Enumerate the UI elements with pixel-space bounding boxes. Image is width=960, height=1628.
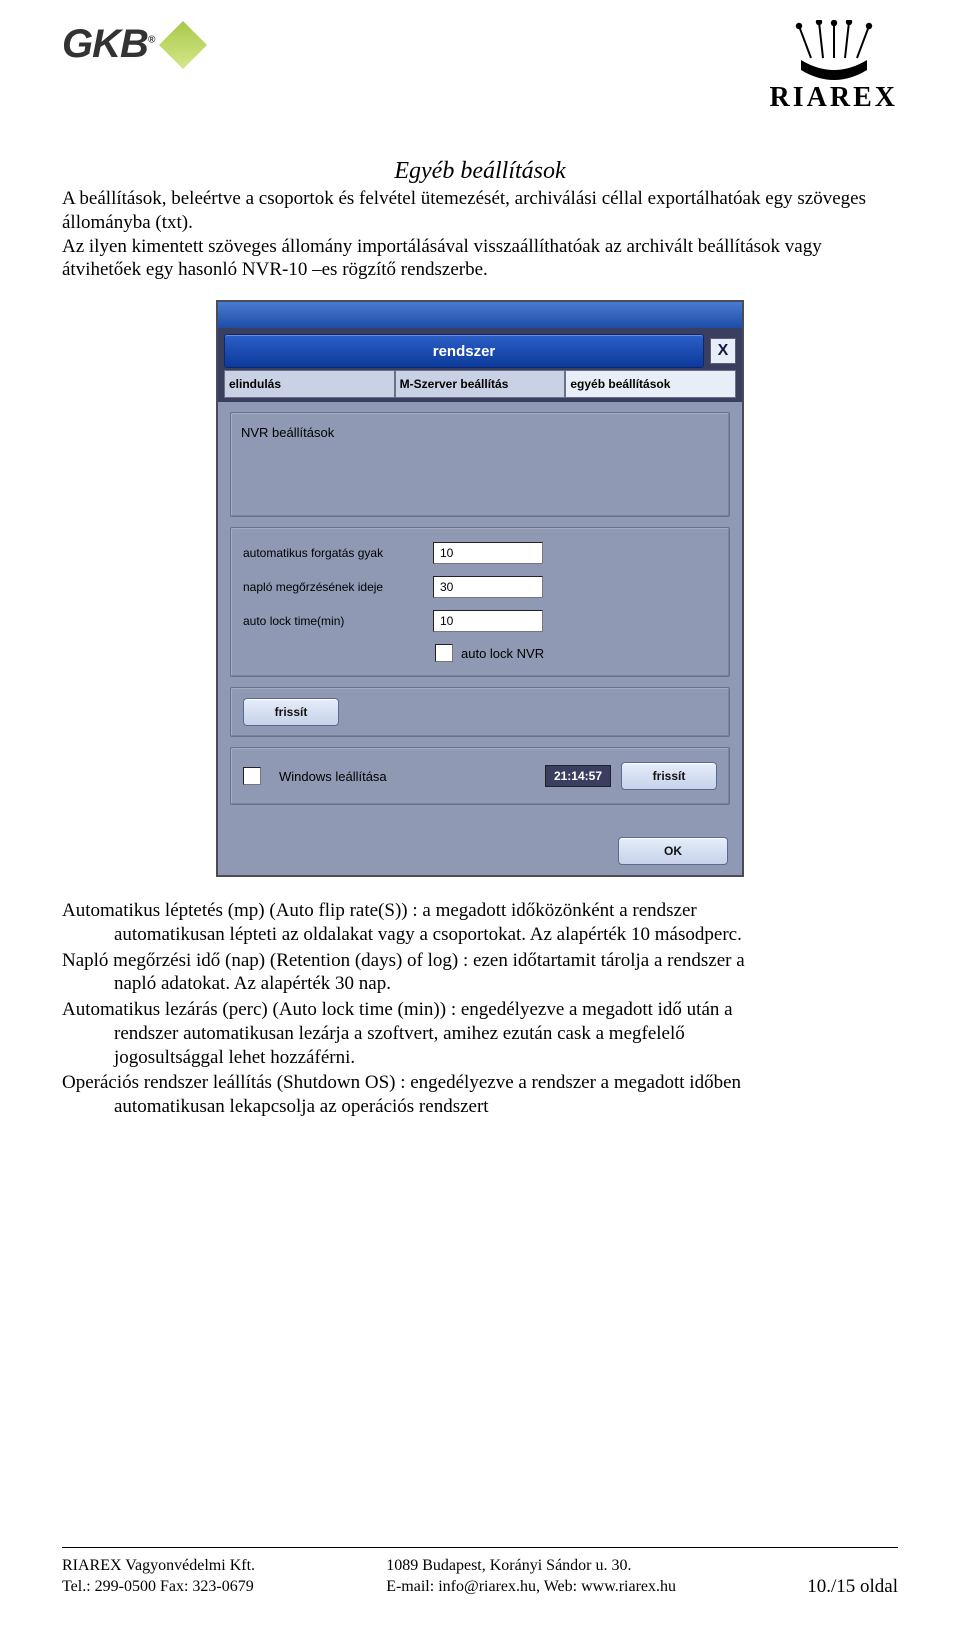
ok-button[interactable]: OK xyxy=(618,837,728,865)
intro-paragraph-2: Az ilyen kimentett szöveges állomány imp… xyxy=(62,235,898,283)
auto-lock-nvr-label: auto lock NVR xyxy=(461,646,544,661)
diamond-icon xyxy=(159,20,207,68)
auto-rotate-label: automatikus forgatás gyak xyxy=(243,546,433,560)
footer-phones: Tel.: 299-0500 Fax: 323-0679 xyxy=(62,1577,255,1598)
tab-mserver[interactable]: M-Szerver beállítás xyxy=(395,370,566,398)
shutdown-checkbox[interactable] xyxy=(243,767,261,785)
timing-section: automatikus forgatás gyak napló megőrzés… xyxy=(230,527,730,677)
close-button[interactable]: X xyxy=(710,338,736,364)
nvr-settings-section: NVR beállítások xyxy=(230,412,730,517)
dialog-footer: OK xyxy=(218,821,742,875)
log-retain-input[interactable] xyxy=(433,576,543,598)
auto-lock-label: auto lock time(min) xyxy=(243,614,433,628)
crown-icon xyxy=(770,20,898,80)
footer-mid: 1089 Budapest, Korányi Sándor u. 30. E-m… xyxy=(386,1556,676,1598)
footer-company: RIAREX Vagyonvédelmi Kft. xyxy=(62,1556,255,1577)
footer-page: 10./15 oldal xyxy=(807,1576,898,1598)
close-icon: X xyxy=(718,342,729,360)
footer-address: 1089 Budapest, Korányi Sándor u. 30. xyxy=(386,1556,676,1577)
intro-paragraph-1: A beállítások, beleértve a csoportok és … xyxy=(62,187,898,235)
refresh-section: frissít xyxy=(230,687,730,737)
dialog-titlebar-strip xyxy=(218,302,742,328)
page-header: GKB® RIAREX xyxy=(62,20,898,130)
desc-autolock-line1: Automatikus lezárás (perc) (Auto lock ti… xyxy=(62,998,898,1022)
section-title: Egyéb beállítások xyxy=(62,158,898,185)
dialog-title-row: rendszer X xyxy=(218,328,742,370)
gkb-text: GKB® xyxy=(62,22,154,67)
tabs-row: elindulás M-Szerver beállítás egyéb beál… xyxy=(218,370,742,402)
shutdown-label: Windows leállítása xyxy=(279,769,535,784)
footer-left: RIAREX Vagyonvédelmi Kft. Tel.: 299-0500… xyxy=(62,1556,255,1598)
desc-autolock-line3: jogosultsággal lehet hozzáférni. xyxy=(114,1046,898,1070)
logo-riarex: RIAREX xyxy=(770,20,898,114)
desc-retention-line1: Napló megőrzési idő (nap) (Retention (da… xyxy=(62,949,898,973)
desc-autoflip-line1: Automatikus léptetés (mp) (Auto flip rat… xyxy=(62,899,898,923)
shutdown-refresh-button[interactable]: frissít xyxy=(621,762,717,790)
page-footer: RIAREX Vagyonvédelmi Kft. Tel.: 299-0500… xyxy=(62,1547,898,1598)
logo-gkb: GKB® xyxy=(62,22,200,67)
auto-lock-input[interactable] xyxy=(433,610,543,632)
desc-autoflip-line2: automatikusan lépteti az oldalakat vagy … xyxy=(114,923,898,947)
dialog-title: rendszer xyxy=(224,334,704,368)
settings-dialog: rendszer X elindulás M-Szerver beállítás… xyxy=(216,300,744,877)
shutdown-time: 21:14:57 xyxy=(545,765,611,787)
tab-other-settings[interactable]: egyéb beállítások xyxy=(565,370,736,398)
auto-lock-nvr-checkbox[interactable] xyxy=(435,644,453,662)
nvr-settings-label: NVR beállítások xyxy=(241,425,334,440)
desc-shutdown-line1: Operációs rendszer leállítás (Shutdown O… xyxy=(62,1071,898,1095)
footer-contact: E-mail: info@riarex.hu, Web: www.riarex.… xyxy=(386,1577,676,1598)
tab-startup[interactable]: elindulás xyxy=(224,370,395,398)
dialog-body: NVR beállítások automatikus forgatás gya… xyxy=(218,402,742,821)
shutdown-section: Windows leállítása 21:14:57 frissít xyxy=(230,747,730,805)
desc-autolock-line2: rendszer automatikusan lezárja a szoftve… xyxy=(114,1022,898,1046)
auto-rotate-input[interactable] xyxy=(433,542,543,564)
desc-shutdown-line2: automatikusan lekapcsolja az operációs r… xyxy=(114,1095,898,1119)
riarex-text: RIAREX xyxy=(770,82,898,114)
log-retain-label: napló megőrzésének ideje xyxy=(243,580,433,594)
refresh-button[interactable]: frissít xyxy=(243,698,339,726)
desc-retention-line2: napló adatokat. Az alapérték 30 nap. xyxy=(114,972,898,996)
